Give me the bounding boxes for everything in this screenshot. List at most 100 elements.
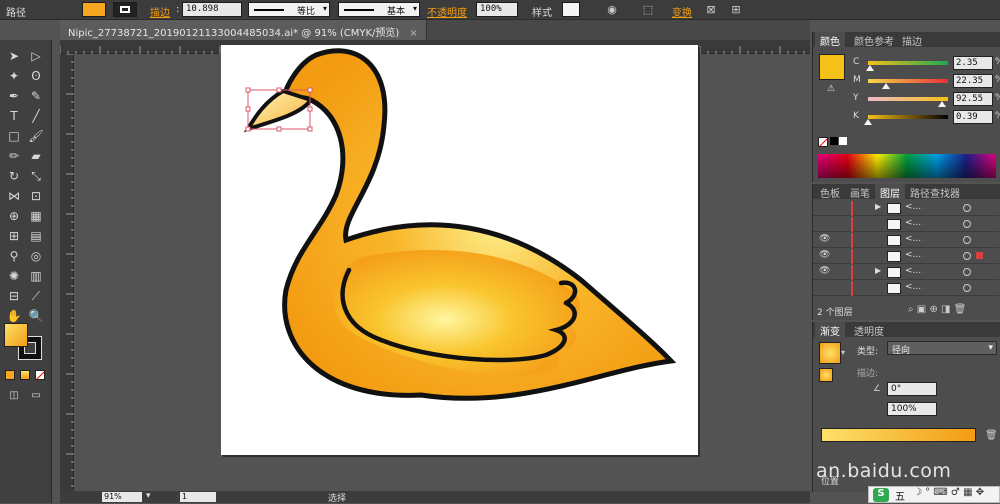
layer-row[interactable]: <... bbox=[813, 281, 999, 296]
eyedropper-tool-icon[interactable]: ⚲ bbox=[4, 246, 24, 266]
gradient-angle-field[interactable]: 0° bbox=[887, 382, 937, 396]
artboard[interactable] bbox=[221, 45, 698, 455]
mesh-tool-icon[interactable]: ⊞ bbox=[4, 226, 24, 246]
cmyk-slider-m[interactable]: M 22.35% bbox=[853, 74, 1000, 89]
perspective-grid-tool-icon[interactable]: ▦ bbox=[26, 206, 46, 226]
free-transform-tool-icon[interactable]: ⊡ bbox=[26, 186, 46, 206]
channel-thumb[interactable] bbox=[864, 119, 873, 125]
artboard-number-field[interactable]: 1 bbox=[180, 492, 216, 502]
pencil-tool-icon[interactable]: ✏ bbox=[4, 146, 24, 166]
cmyk-slider-c[interactable]: C 2.35% bbox=[853, 56, 1000, 71]
magic-wand-tool-icon[interactable]: ✦ bbox=[4, 66, 24, 86]
gradient-tool-icon[interactable]: ▤ bbox=[26, 226, 46, 246]
slice-tool-icon[interactable]: ⟋ bbox=[26, 286, 46, 306]
color-spectrum[interactable] bbox=[818, 154, 996, 178]
direct-selection-tool-icon[interactable]: ▷ bbox=[26, 46, 46, 66]
white-color-button[interactable] bbox=[839, 137, 847, 145]
make-clipping-mask-icon[interactable]: ▣ bbox=[917, 304, 926, 315]
channel-thumb[interactable] bbox=[865, 65, 874, 71]
target-circle-icon[interactable] bbox=[963, 236, 971, 244]
fill-swatch[interactable] bbox=[82, 2, 106, 17]
target-circle-icon[interactable] bbox=[963, 268, 971, 276]
selection-tool-icon[interactable]: ➤ bbox=[4, 46, 24, 66]
channel-value-field[interactable]: 92.55 bbox=[953, 92, 993, 106]
shape-builder-tool-icon[interactable]: ⊕ bbox=[4, 206, 24, 226]
gradient-mode-button[interactable] bbox=[20, 370, 30, 380]
envelope-icon[interactable]: ⊞ bbox=[728, 2, 744, 18]
lasso-tool-icon[interactable]: ʘ bbox=[26, 66, 46, 86]
black-color-button[interactable] bbox=[830, 137, 838, 145]
channel-bar[interactable] bbox=[868, 97, 948, 101]
graphic-style-swatch[interactable] bbox=[562, 2, 580, 17]
gradient-type-dropdown[interactable]: 径向 ▾ bbox=[887, 341, 997, 356]
fill-color-box[interactable] bbox=[4, 323, 28, 347]
swan-beak-shape[interactable] bbox=[243, 88, 315, 133]
curvature-tool-icon[interactable]: ✎ bbox=[26, 86, 46, 106]
channel-bar[interactable] bbox=[868, 79, 948, 83]
visibility-eye-icon[interactable]: 👁 bbox=[819, 250, 830, 260]
layer-row[interactable]: 👁 <... bbox=[813, 233, 999, 248]
tab-stroke[interactable]: 描边 bbox=[897, 32, 927, 48]
variable-width-profile-dropdown[interactable]: 等比 ▾ bbox=[248, 2, 330, 17]
align-icon[interactable]: ⬚ bbox=[640, 2, 656, 18]
tab-color[interactable]: 颜色 bbox=[815, 32, 845, 48]
opacity-field[interactable]: 100% bbox=[476, 2, 518, 17]
tab-brushes[interactable]: 画笔 bbox=[845, 184, 875, 200]
zoom-tool-icon[interactable]: 🔍 bbox=[26, 306, 46, 326]
tab-color-guide[interactable]: 颜色参考 bbox=[849, 32, 899, 48]
delete-stop-icon[interactable]: 🗑 bbox=[985, 430, 998, 441]
tab-swatches[interactable]: 色板 bbox=[815, 184, 845, 200]
tab-transparency[interactable]: 透明度 bbox=[849, 322, 889, 338]
symbol-sprayer-tool-icon[interactable]: ✺ bbox=[4, 266, 24, 286]
stroke-swatch[interactable] bbox=[113, 2, 137, 17]
tab-gradient[interactable]: 渐变 bbox=[815, 322, 845, 338]
swan-artwork[interactable] bbox=[221, 45, 698, 455]
target-circle-icon[interactable] bbox=[963, 204, 971, 212]
close-tab-icon[interactable]: × bbox=[409, 28, 417, 39]
isolate-icon[interactable]: ⊠ bbox=[703, 2, 719, 18]
none-color-button[interactable] bbox=[818, 137, 828, 147]
gradient-preview-swatch[interactable] bbox=[819, 342, 841, 364]
channel-thumb[interactable] bbox=[938, 101, 947, 107]
gradient-slider-bar[interactable] bbox=[821, 428, 976, 442]
stroke-link[interactable]: 描边 bbox=[150, 4, 170, 19]
channel-bar[interactable] bbox=[868, 61, 948, 65]
tab-layers[interactable]: 图层 bbox=[875, 184, 905, 200]
pen-tool-icon[interactable]: ✒ bbox=[4, 86, 24, 106]
target-circle-icon[interactable] bbox=[963, 284, 971, 292]
stroke-weight-field[interactable]: 10.898 bbox=[182, 2, 242, 17]
type-tool-icon[interactable]: T bbox=[4, 106, 24, 126]
channel-value-field[interactable]: 2.35 bbox=[953, 56, 993, 70]
cmyk-slider-y[interactable]: Y 92.55% bbox=[853, 92, 1000, 107]
channel-thumb[interactable] bbox=[881, 83, 890, 89]
fill-gradient-box[interactable] bbox=[819, 368, 833, 382]
new-layer-icon[interactable]: ◨ bbox=[941, 304, 950, 315]
rotate-tool-icon[interactable]: ↻ bbox=[4, 166, 24, 186]
delete-layer-icon[interactable]: 🗑 bbox=[954, 304, 967, 315]
gradient-aspect-ratio-field[interactable]: 100% bbox=[887, 402, 937, 416]
ime-settings-icons[interactable]: ☽ ° ⌨ ♂ ▦ ✥ bbox=[913, 487, 984, 498]
visibility-eye-icon[interactable]: 👁 bbox=[819, 234, 830, 244]
layer-row[interactable]: 👁 ▶ <... bbox=[813, 265, 999, 280]
ime-mode-label[interactable]: 五 bbox=[895, 488, 905, 503]
column-graph-tool-icon[interactable]: ▥ bbox=[26, 266, 46, 286]
artboard-tool-icon[interactable]: ⊟ bbox=[4, 286, 24, 306]
visibility-eye-icon[interactable]: 👁 bbox=[819, 266, 830, 276]
opacity-link[interactable]: 不透明度 bbox=[427, 4, 467, 19]
target-circle-icon[interactable] bbox=[963, 220, 971, 228]
width-tool-icon[interactable]: ⋈ bbox=[4, 186, 24, 206]
screen-mode-icon[interactable]: ▭ bbox=[26, 386, 46, 406]
recolor-icon[interactable]: ◉ bbox=[604, 2, 620, 18]
brush-definition-dropdown[interactable]: 基本 ▾ bbox=[338, 2, 420, 17]
ime-logo-icon[interactable]: S bbox=[873, 488, 889, 502]
zoom-level-field[interactable]: 91% bbox=[102, 492, 142, 502]
locate-object-icon[interactable]: ⌕ bbox=[908, 304, 914, 315]
layer-row[interactable]: <... bbox=[813, 217, 999, 232]
scale-tool-icon[interactable]: ⤡ bbox=[26, 166, 46, 186]
color-mode-button[interactable] bbox=[5, 370, 15, 380]
channel-bar[interactable] bbox=[868, 115, 948, 119]
channel-value-field[interactable]: 0.39 bbox=[953, 110, 993, 124]
channel-value-field[interactable]: 22.35 bbox=[953, 74, 993, 88]
target-circle-icon[interactable] bbox=[963, 252, 971, 260]
transform-link[interactable]: 变换 bbox=[672, 4, 692, 19]
